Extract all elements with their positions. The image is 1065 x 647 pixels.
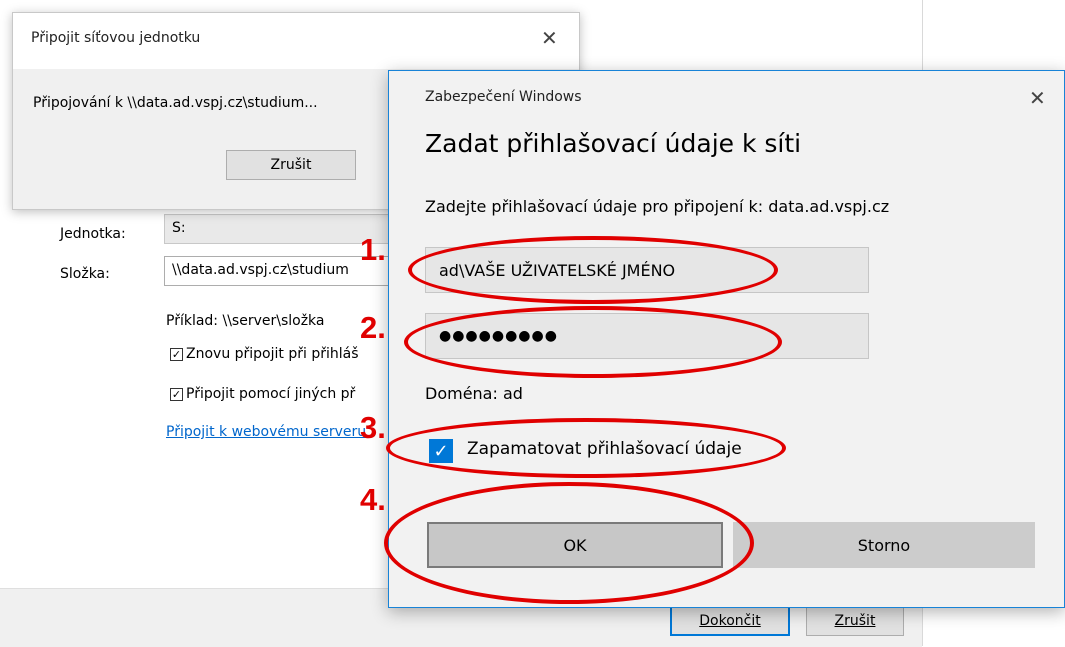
step-2-annotation: 2.	[360, 310, 386, 345]
reconnect-label: Znovu připojit při přihláš	[186, 346, 359, 362]
credentials-heading: Zadat přihlašovací údaje k síti	[425, 129, 802, 158]
folder-label: Složka:	[60, 266, 110, 282]
other-creds-checkbox-row[interactable]: ✓ Připojit pomocí jiných př	[170, 386, 355, 402]
drive-label: Jednotka:	[60, 226, 126, 242]
web-server-link[interactable]: Připojit k webovému serveru	[166, 424, 366, 440]
username-highlight-ellipse	[408, 236, 778, 304]
finish-button[interactable]: Dokončit	[670, 606, 790, 636]
progress-title: Připojit síťovou jednotku	[31, 30, 201, 46]
ok-highlight-ellipse	[384, 482, 754, 604]
password-highlight-ellipse	[404, 306, 782, 378]
folder-example: Příklad: \\server\složka	[166, 313, 325, 329]
reconnect-checkbox-row[interactable]: ✓ Znovu připojit při přihláš	[170, 346, 359, 362]
credentials-subheading: Zadejte přihlašovací údaje pro připojení…	[425, 197, 890, 216]
close-icon[interactable]: ✕	[1029, 88, 1046, 108]
step-4-annotation: 4.	[360, 482, 386, 517]
step-1-annotation: 1.	[360, 232, 386, 267]
remember-highlight-ellipse	[386, 418, 786, 478]
reconnect-checkbox[interactable]: ✓	[170, 347, 183, 361]
storno-button[interactable]: Storno	[733, 522, 1035, 568]
security-title: Zabezpečení Windows	[425, 89, 582, 105]
domain-text: Doména: ad	[425, 384, 523, 403]
wizard-cancel-button[interactable]: Zrušit	[806, 606, 904, 636]
close-icon[interactable]: ✕	[541, 28, 558, 48]
other-creds-label: Připojit pomocí jiných př	[186, 386, 356, 402]
progress-cancel-button[interactable]: Zrušit	[226, 150, 356, 180]
other-creds-checkbox[interactable]: ✓	[170, 387, 183, 401]
progress-message: Připojování k \\data.ad.vspj.cz\studium.…	[33, 95, 318, 111]
progress-titlebar: Připojit síťovou jednotku ✕	[13, 13, 579, 69]
step-3-annotation: 3.	[360, 410, 386, 445]
